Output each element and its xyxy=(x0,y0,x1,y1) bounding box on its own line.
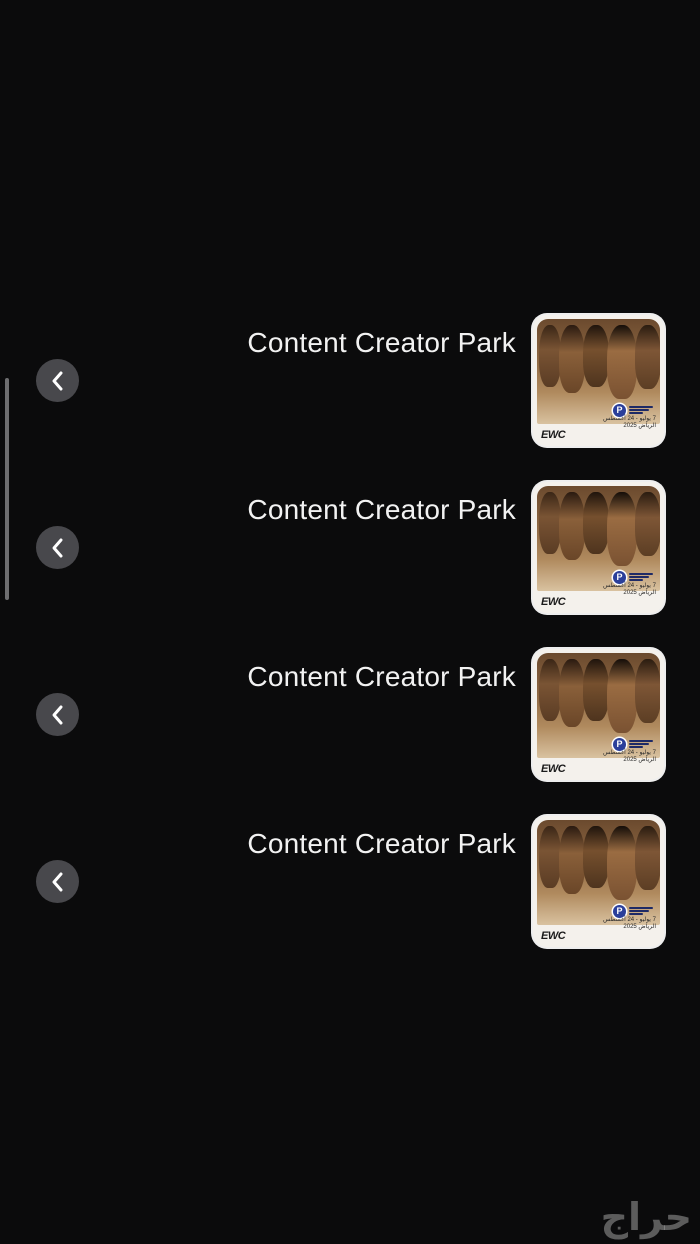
back-button[interactable] xyxy=(36,526,79,569)
poster-caption: 7 يوليو - 24 أغسطس الرياض 2025 xyxy=(603,917,656,930)
poster-caption: 7 يوليو - 24 أغسطس الرياض 2025 xyxy=(603,750,656,763)
item-thumbnail[interactable]: P 7 يوليو - 24 أغسطس الرياض 2025 EWC xyxy=(533,482,664,613)
poster-caption: 7 يوليو - 24 أغسطس الرياض 2025 xyxy=(603,416,656,429)
park-badge-icon: P xyxy=(613,737,657,751)
ewc-logo: EWC xyxy=(541,596,566,608)
list-item[interactable]: Content Creator Park P 7 يوليو - 24 أغسط… xyxy=(0,816,700,948)
chevron-left-icon xyxy=(52,705,62,724)
list-item[interactable]: Content Creator Park P 7 يوليو - 24 أغسط… xyxy=(0,315,700,447)
item-title[interactable]: Content Creator Park xyxy=(247,494,516,526)
item-title[interactable]: Content Creator Park xyxy=(247,327,516,359)
park-badge-icon: P xyxy=(613,570,657,584)
list-item[interactable]: Content Creator Park P 7 يوليو - 24 أغسط… xyxy=(0,649,700,781)
item-title[interactable]: Content Creator Park xyxy=(247,828,516,860)
chevron-left-icon xyxy=(52,371,62,390)
item-thumbnail[interactable]: P 7 يوليو - 24 أغسطس الرياض 2025 EWC xyxy=(533,816,664,947)
ewc-logo: EWC xyxy=(541,429,566,441)
ewc-logo: EWC xyxy=(541,763,566,775)
ewc-logo: EWC xyxy=(541,930,566,942)
back-button[interactable] xyxy=(36,693,79,736)
park-badge-icon: P xyxy=(613,904,657,918)
chevron-left-icon xyxy=(52,872,62,891)
poster-image: P xyxy=(537,486,660,591)
item-thumbnail[interactable]: P 7 يوليو - 24 أغسطس الرياض 2025 EWC xyxy=(533,315,664,446)
park-badge-icon: P xyxy=(613,403,657,417)
haraj-watermark: حراج xyxy=(600,1197,692,1239)
back-button[interactable] xyxy=(36,860,79,903)
poster-image: P xyxy=(537,319,660,424)
chevron-left-icon xyxy=(52,538,62,557)
item-title[interactable]: Content Creator Park xyxy=(247,661,516,693)
item-thumbnail[interactable]: P 7 يوليو - 24 أغسطس الرياض 2025 EWC xyxy=(533,649,664,780)
poster-caption: 7 يوليو - 24 أغسطس الرياض 2025 xyxy=(603,583,656,596)
list-item[interactable]: Content Creator Park P 7 يوليو - 24 أغسط… xyxy=(0,482,700,614)
back-button[interactable] xyxy=(36,359,79,402)
poster-image: P xyxy=(537,653,660,758)
poster-image: P xyxy=(537,820,660,925)
